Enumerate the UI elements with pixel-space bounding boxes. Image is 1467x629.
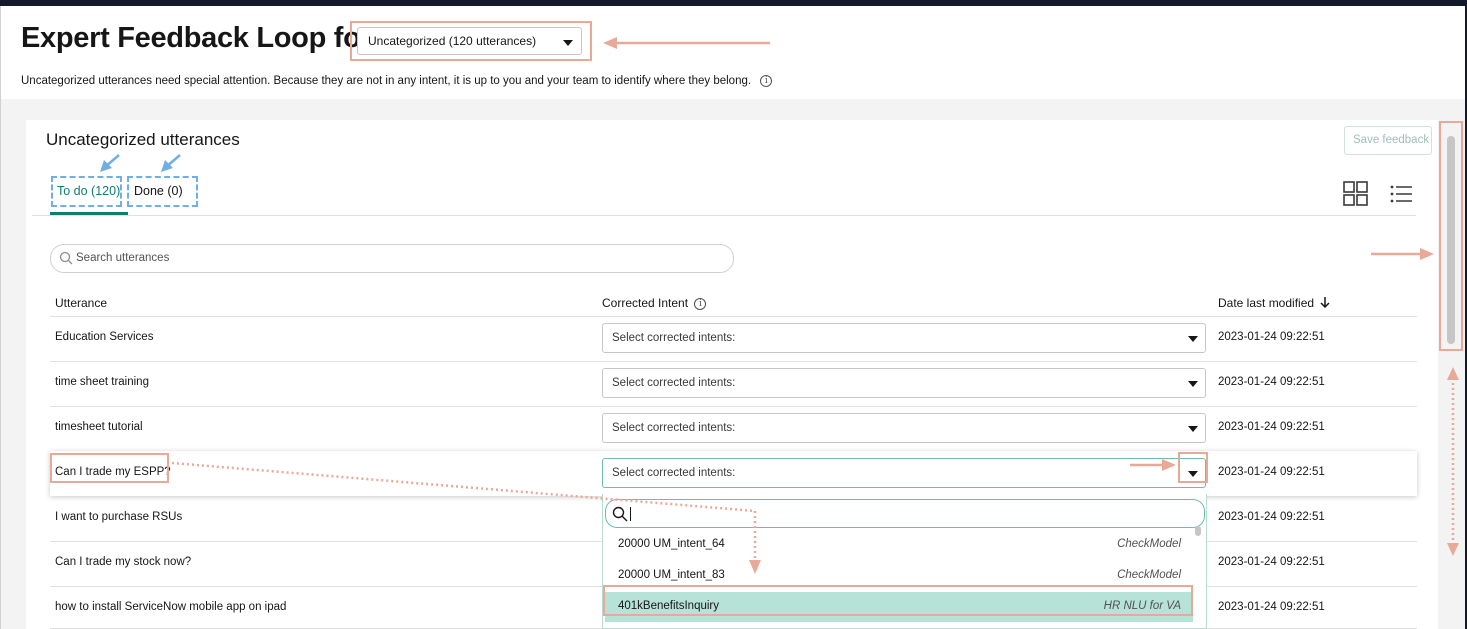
page-description: Uncategorized utterances need special at… bbox=[21, 75, 773, 88]
list-view-icon[interactable] bbox=[1390, 184, 1414, 204]
date-cell: 2023-01-24 09:22:51 bbox=[1218, 601, 1325, 613]
utterance-cell: timesheet tutorial bbox=[55, 421, 143, 433]
tab-divider bbox=[32, 215, 1416, 216]
chevron-down-icon[interactable] bbox=[1188, 426, 1198, 432]
page: Expert Feedback Loop for Uncategorized (… bbox=[0, 6, 1465, 629]
annotation-box-utterance bbox=[50, 453, 169, 483]
intent-select-label: Select corrected intents: bbox=[612, 422, 736, 434]
intent-option-model: CheckModel bbox=[1117, 569, 1181, 581]
date-cell: 2023-01-24 09:22:51 bbox=[1218, 421, 1325, 433]
page-header: Expert Feedback Loop for Uncategorized (… bbox=[1, 6, 1465, 99]
intent-select[interactable]: Select corrected intents: bbox=[602, 368, 1206, 398]
save-feedback-button[interactable]: Save feedback bbox=[1344, 126, 1432, 155]
annotation-box-highlighted-option bbox=[603, 585, 1193, 616]
intent-option-name: 20000 UM_intent_83 bbox=[618, 569, 725, 581]
chevron-down-icon[interactable] bbox=[1188, 381, 1198, 387]
table-row[interactable]: Can I trade my ESPP? Select corrected in… bbox=[50, 451, 1417, 496]
intent-option[interactable]: 20000 UM_intent_64 CheckModel bbox=[605, 530, 1193, 560]
column-header-intent[interactable]: Corrected Intent i bbox=[602, 296, 707, 310]
column-header-utterance[interactable]: Utterance bbox=[55, 296, 107, 310]
search-input[interactable]: Search utterances bbox=[50, 244, 734, 273]
search-icon bbox=[59, 251, 73, 265]
annotation-box-todo-tab bbox=[51, 176, 122, 207]
date-cell: 2023-01-24 09:22:51 bbox=[1218, 331, 1325, 343]
utterance-cell: I want to purchase RSUs bbox=[55, 511, 183, 523]
intent-select-label: Select corrected intents: bbox=[612, 467, 736, 479]
annotation-box-dropdown-caret bbox=[1178, 452, 1208, 483]
table-row[interactable]: Education Services Select corrected inte… bbox=[50, 316, 1417, 361]
annotation-box-category-select bbox=[350, 21, 592, 61]
annotation-box-done-tab bbox=[127, 176, 198, 207]
info-icon[interactable]: i bbox=[694, 297, 707, 310]
description-text: Uncategorized utterances need special at… bbox=[21, 75, 752, 88]
chevron-down-icon[interactable] bbox=[1188, 336, 1198, 342]
intent-search-input[interactable] bbox=[605, 499, 1205, 528]
intent-select[interactable]: Select corrected intents: bbox=[602, 323, 1206, 353]
date-cell: 2023-01-24 09:22:51 bbox=[1218, 511, 1325, 523]
intent-select[interactable]: Select corrected intents: bbox=[602, 458, 1206, 488]
grid-view-icon[interactable] bbox=[1342, 180, 1370, 208]
column-header-date[interactable]: Date last modified bbox=[1218, 296, 1330, 310]
intent-option-model: CheckModel bbox=[1117, 538, 1181, 550]
table-row[interactable]: timesheet tutorial Select corrected inte… bbox=[50, 406, 1417, 451]
intent-select-label: Select corrected intents: bbox=[612, 377, 736, 389]
page-title: Expert Feedback Loop for bbox=[21, 22, 372, 54]
annotation-box-scrollbar bbox=[1439, 121, 1463, 351]
date-cell: 2023-01-24 09:22:51 bbox=[1218, 376, 1325, 388]
search-placeholder: Search utterances bbox=[76, 252, 170, 264]
column-header-date-label: Date last modified bbox=[1218, 296, 1315, 310]
column-header-intent-label: Corrected Intent bbox=[602, 296, 689, 310]
text-cursor bbox=[630, 507, 631, 521]
utterances-panel: Uncategorized utterances Save feedback T… bbox=[26, 120, 1438, 629]
table-row[interactable]: time sheet training Select corrected int… bbox=[50, 361, 1417, 406]
utterance-cell: how to install ServiceNow mobile app on … bbox=[55, 601, 287, 613]
intent-select[interactable]: Select corrected intents: bbox=[602, 413, 1206, 443]
intent-option-name: 20000 UM_intent_64 bbox=[618, 538, 725, 550]
utterance-cell: Education Services bbox=[55, 331, 154, 343]
sort-arrow-down-icon bbox=[1320, 297, 1330, 309]
search-icon bbox=[612, 506, 628, 522]
date-cell: 2023-01-24 09:22:51 bbox=[1218, 556, 1325, 568]
utterance-cell: time sheet training bbox=[55, 376, 149, 388]
utterance-cell: Can I trade my stock now? bbox=[55, 556, 192, 568]
intent-select-label: Select corrected intents: bbox=[612, 332, 736, 344]
date-cell: 2023-01-24 09:22:51 bbox=[1218, 466, 1325, 478]
panel-title: Uncategorized utterances bbox=[46, 130, 240, 149]
dropdown-scrollbar[interactable] bbox=[1195, 526, 1201, 536]
info-icon[interactable]: i bbox=[760, 75, 773, 87]
